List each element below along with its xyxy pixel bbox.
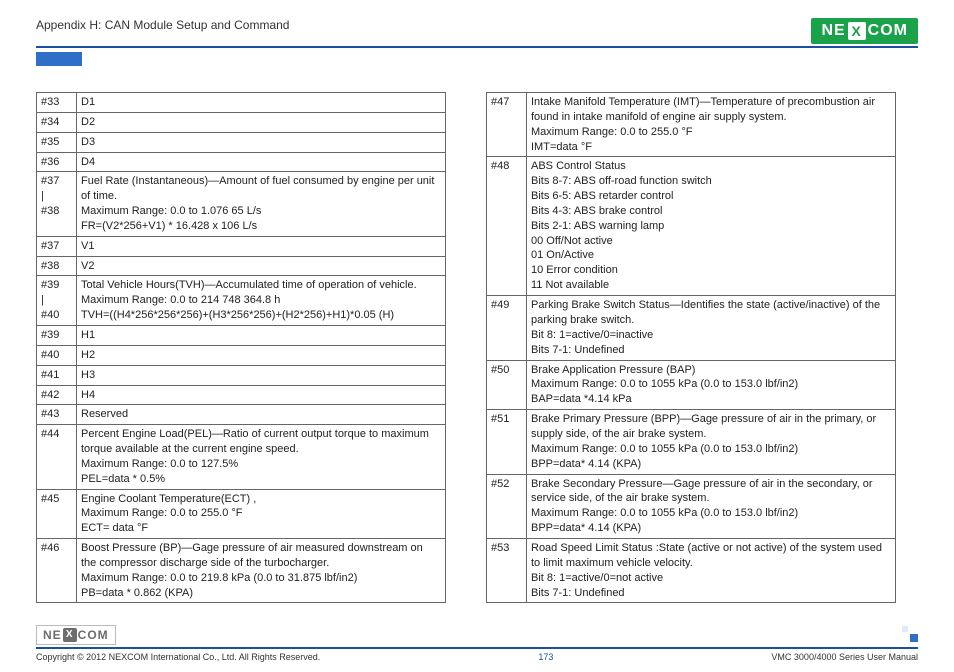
table-row: #44Percent Engine Load(PEL)—Ratio of cur…: [37, 425, 446, 489]
row-value: Parking Brake Switch Status—Identifies t…: [527, 296, 896, 360]
row-index: #49: [487, 296, 527, 360]
table-row: #53Road Speed Limit Status :State (activ…: [487, 538, 896, 603]
right-table: #47Intake Manifold Temperature (IMT)—Tem…: [486, 92, 896, 603]
footer-logo-right: COM: [78, 628, 109, 642]
doc-title: VMC 3000/4000 Series User Manual: [771, 652, 918, 662]
row-value: H1: [77, 325, 446, 345]
table-row: #49Parking Brake Switch Status—Identifie…: [487, 296, 896, 360]
row-index: #37 | #38: [37, 172, 77, 236]
footer-logo-x: X: [63, 628, 77, 642]
row-value: Brake Primary Pressure (BPP)—Gage pressu…: [527, 410, 896, 474]
appendix-title: Appendix H: CAN Module Setup and Command: [36, 18, 289, 32]
table-row: #48ABS Control Status Bits 8-7: ABS off-…: [487, 157, 896, 296]
row-value: V2: [77, 256, 446, 276]
row-value: Reserved: [77, 405, 446, 425]
row-value: D1: [77, 93, 446, 113]
logo-right: COM: [868, 22, 908, 40]
row-index: #39 | #40: [37, 276, 77, 326]
row-value: Boost Pressure (BP)—Gage pressure of air…: [77, 539, 446, 603]
left-table: #33D1#34D2#35D3#36D4#37 | #38Fuel Rate (…: [36, 92, 446, 603]
table-row: #47Intake Manifold Temperature (IMT)—Tem…: [487, 93, 896, 157]
row-value: ABS Control Status Bits 8-7: ABS off-roa…: [527, 157, 896, 296]
table-row: #33D1: [37, 93, 446, 113]
footer-logo-left: NE: [43, 628, 62, 642]
top-bar: Appendix H: CAN Module Setup and Command…: [36, 18, 918, 44]
table-row: #37V1: [37, 236, 446, 256]
row-index: #47: [487, 93, 527, 157]
row-value: D3: [77, 132, 446, 152]
row-index: #40: [37, 345, 77, 365]
row-value: Fuel Rate (Instantaneous)—Amount of fuel…: [77, 172, 446, 236]
table-row: #51Brake Primary Pressure (BPP)—Gage pre…: [487, 410, 896, 474]
row-index: #53: [487, 538, 527, 603]
row-value: H3: [77, 365, 446, 385]
row-value: V1: [77, 236, 446, 256]
logo-nexcom: NE X COM: [811, 18, 918, 44]
table-row: #43Reserved: [37, 405, 446, 425]
row-value: Engine Coolant Temperature(ECT) , Maximu…: [77, 489, 446, 539]
copyright-text: Copyright © 2012 NEXCOM International Co…: [36, 652, 320, 662]
row-index: #46: [37, 539, 77, 603]
row-value: Brake Secondary Pressure—Gage pressure o…: [527, 474, 896, 538]
table-row: #46Boost Pressure (BP)—Gage pressure of …: [37, 539, 446, 603]
table-row: #41H3: [37, 365, 446, 385]
logo-x: X: [848, 22, 866, 40]
table-row: #50Brake Application Pressure (BAP) Maxi…: [487, 360, 896, 410]
row-index: #51: [487, 410, 527, 474]
row-value: H2: [77, 345, 446, 365]
row-index: #52: [487, 474, 527, 538]
row-value: Percent Engine Load(PEL)—Ratio of curren…: [77, 425, 446, 489]
row-value: H4: [77, 385, 446, 405]
table-row: #39 | #40Total Vehicle Hours(TVH)—Accumu…: [37, 276, 446, 326]
row-index: #36: [37, 152, 77, 172]
row-index: #39: [37, 325, 77, 345]
page-number: 173: [538, 652, 553, 662]
logo-left: NE: [821, 22, 845, 40]
row-index: #37: [37, 236, 77, 256]
table-row: #36D4: [37, 152, 446, 172]
row-index: #48: [487, 157, 527, 296]
table-row: #37 | #38Fuel Rate (Instantaneous)—Amoun…: [37, 172, 446, 236]
table-row: #38V2: [37, 256, 446, 276]
row-index: #50: [487, 360, 527, 410]
table-row: #34D2: [37, 112, 446, 132]
row-index: #33: [37, 93, 77, 113]
row-value: Road Speed Limit Status :State (active o…: [527, 538, 896, 603]
footer: NE X COM Copyright © 2012 NEXCOM Interna…: [36, 625, 918, 662]
row-index: #38: [37, 256, 77, 276]
table-row: #40H2: [37, 345, 446, 365]
row-value: D4: [77, 152, 446, 172]
row-value: Brake Application Pressure (BAP) Maximum…: [527, 360, 896, 410]
row-value: Intake Manifold Temperature (IMT)—Temper…: [527, 93, 896, 157]
row-value: D2: [77, 112, 446, 132]
footer-logo: NE X COM: [36, 625, 116, 645]
row-index: #35: [37, 132, 77, 152]
row-index: #41: [37, 365, 77, 385]
table-row: #52Brake Secondary Pressure—Gage pressur…: [487, 474, 896, 538]
row-index: #43: [37, 405, 77, 425]
row-index: #34: [37, 112, 77, 132]
table-row: #35D3: [37, 132, 446, 152]
content-columns: #33D1#34D2#35D3#36D4#37 | #38Fuel Rate (…: [36, 92, 918, 603]
row-value: Total Vehicle Hours(TVH)—Accumulated tim…: [77, 276, 446, 326]
table-row: #39H1: [37, 325, 446, 345]
row-index: #45: [37, 489, 77, 539]
row-index: #42: [37, 385, 77, 405]
table-row: #42H4: [37, 385, 446, 405]
row-index: #44: [37, 425, 77, 489]
table-row: #45Engine Coolant Temperature(ECT) , Max…: [37, 489, 446, 539]
bottom-divider: [36, 647, 918, 649]
blue-block: [36, 52, 82, 66]
top-divider: [36, 46, 918, 48]
